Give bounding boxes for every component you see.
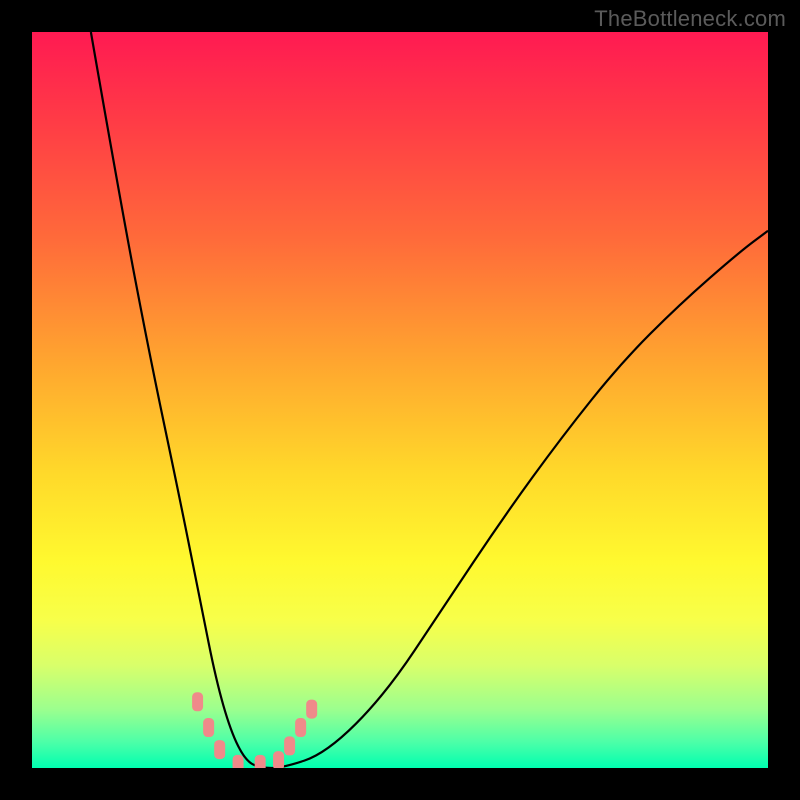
curve-marker: [204, 719, 214, 737]
bottleneck-curve: [32, 32, 768, 768]
curve-ticks: [193, 693, 317, 768]
curve-marker: [215, 741, 225, 759]
curve-marker: [296, 719, 306, 737]
curve-marker: [285, 737, 295, 755]
curve-marker: [274, 752, 284, 768]
curve-marker: [233, 755, 243, 768]
plot-area: [32, 32, 768, 768]
curve-marker: [255, 755, 265, 768]
watermark-text: TheBottleneck.com: [594, 6, 786, 32]
curve-marker: [307, 700, 317, 718]
curve-marker: [193, 693, 203, 711]
chart-frame: TheBottleneck.com: [0, 0, 800, 800]
bottleneck-curve-path: [91, 32, 768, 768]
